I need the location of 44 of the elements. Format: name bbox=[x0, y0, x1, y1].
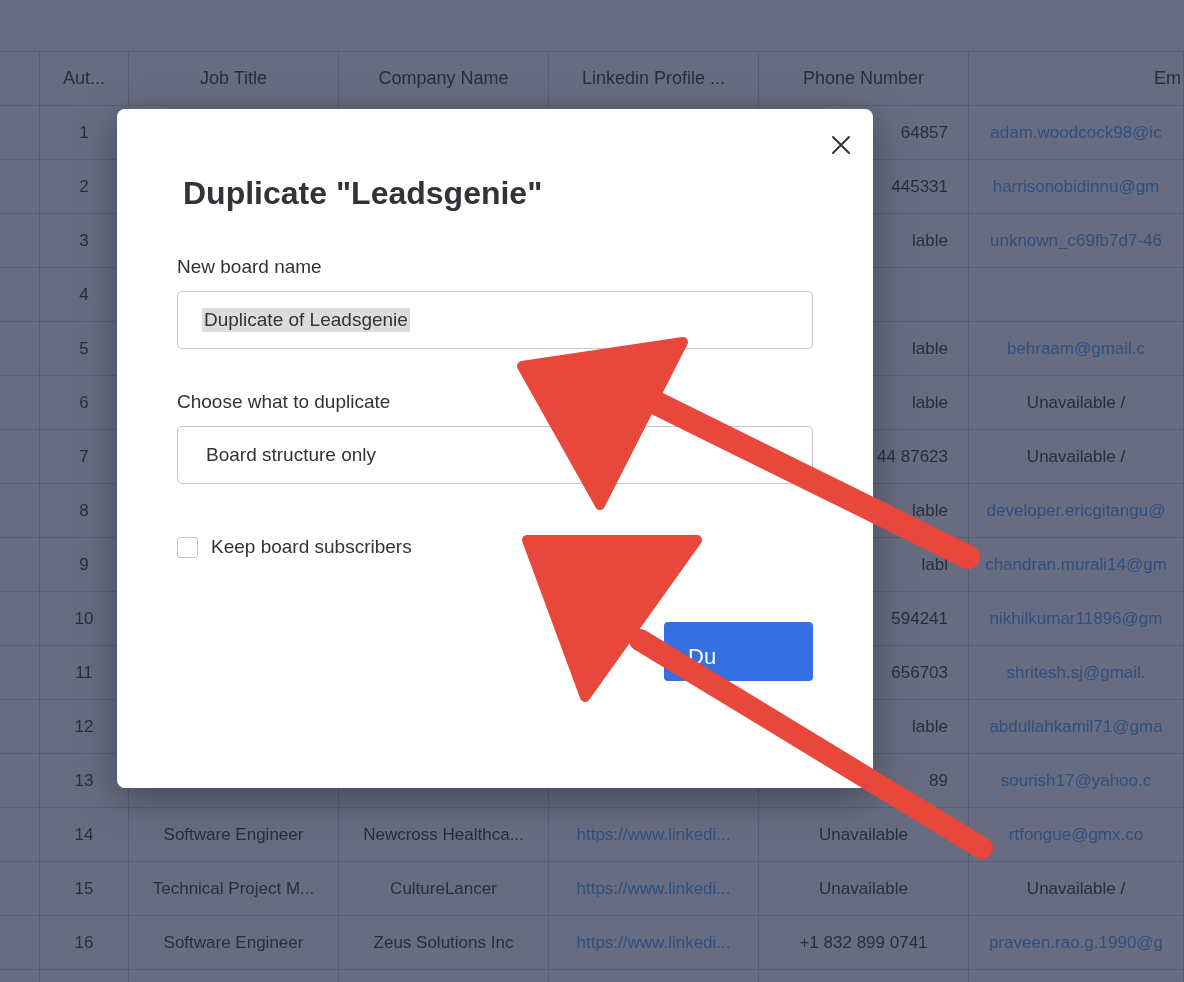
email-link[interactable]: nikhilkumar11896@gm bbox=[989, 608, 1163, 629]
field-value: Duplicate of Leadsgenie bbox=[202, 308, 410, 332]
email-link[interactable]: adam.woodcock98@ic bbox=[990, 122, 1162, 143]
email-link[interactable]: abdullahkamil71@gma bbox=[989, 716, 1163, 737]
table-cell: CultureLancer bbox=[339, 862, 549, 916]
close-icon bbox=[831, 135, 851, 155]
column-header[interactable]: Em bbox=[969, 52, 1184, 106]
table-cell: Unavailable bbox=[759, 808, 969, 862]
email-link[interactable]: behraam@gmail.c bbox=[1006, 338, 1146, 359]
email-text: Unavailable / bbox=[1026, 878, 1126, 899]
profile-link[interactable]: https://www.linkedi... bbox=[576, 932, 731, 953]
column-header[interactable]: Company Name bbox=[339, 52, 549, 106]
table-cell: 15 bbox=[40, 862, 129, 916]
email-link[interactable]: unknown_c69fb7d7-46 bbox=[990, 230, 1162, 251]
table-cell: Technical Project M... bbox=[129, 862, 339, 916]
table-cell: +1 832 899 0741 bbox=[759, 916, 969, 970]
table-cell: Newcross Healthca... bbox=[339, 808, 549, 862]
column-header[interactable]: Phone Number bbox=[759, 52, 969, 106]
checkbox-label[interactable]: Keep board subscribers bbox=[211, 536, 412, 558]
dialog-title: Duplicate "Leadsgenie" bbox=[183, 175, 544, 212]
profile-link[interactable]: https://www.linkedi... bbox=[576, 824, 731, 845]
email-text: Unavailable / bbox=[1026, 392, 1126, 413]
profile-link[interactable]: https://www.linkedi... bbox=[576, 878, 731, 899]
table-cell: Software Engineer bbox=[129, 808, 339, 862]
email-link[interactable]: rtfongue@gmx.co bbox=[1008, 824, 1144, 845]
email-link[interactable]: praveen.rao.g.1990@g bbox=[988, 932, 1164, 953]
email-link[interactable]: sourish17@yahoo.c bbox=[1000, 770, 1152, 791]
table-cell: Zeus Solutions Inc bbox=[339, 916, 549, 970]
email-link[interactable]: harrisonobidinnu@gm bbox=[992, 176, 1160, 197]
field-label: New board name bbox=[177, 256, 323, 278]
close-button[interactable] bbox=[831, 135, 851, 155]
column-header[interactable]: Job Title bbox=[129, 52, 339, 106]
checkbox[interactable] bbox=[177, 536, 198, 558]
email-text: Unavailable / bbox=[1026, 446, 1126, 467]
table-cell: Software Engineer bbox=[129, 916, 339, 970]
email-link[interactable]: shritesh.sj@gmail. bbox=[1006, 662, 1146, 683]
column-header[interactable]: Aut... bbox=[40, 52, 129, 106]
table-cell: 14 bbox=[40, 808, 129, 862]
table-cell: Unavailable bbox=[759, 862, 969, 916]
email-link[interactable]: chandran.murali14@gm bbox=[985, 554, 1167, 575]
table-cell: 16 bbox=[40, 916, 129, 970]
column-header[interactable]: Linkedin Profile ... bbox=[549, 52, 759, 106]
field-label: Choose what to duplicate bbox=[177, 391, 392, 413]
email-link[interactable]: developer.ericgitangu@ bbox=[986, 500, 1166, 521]
